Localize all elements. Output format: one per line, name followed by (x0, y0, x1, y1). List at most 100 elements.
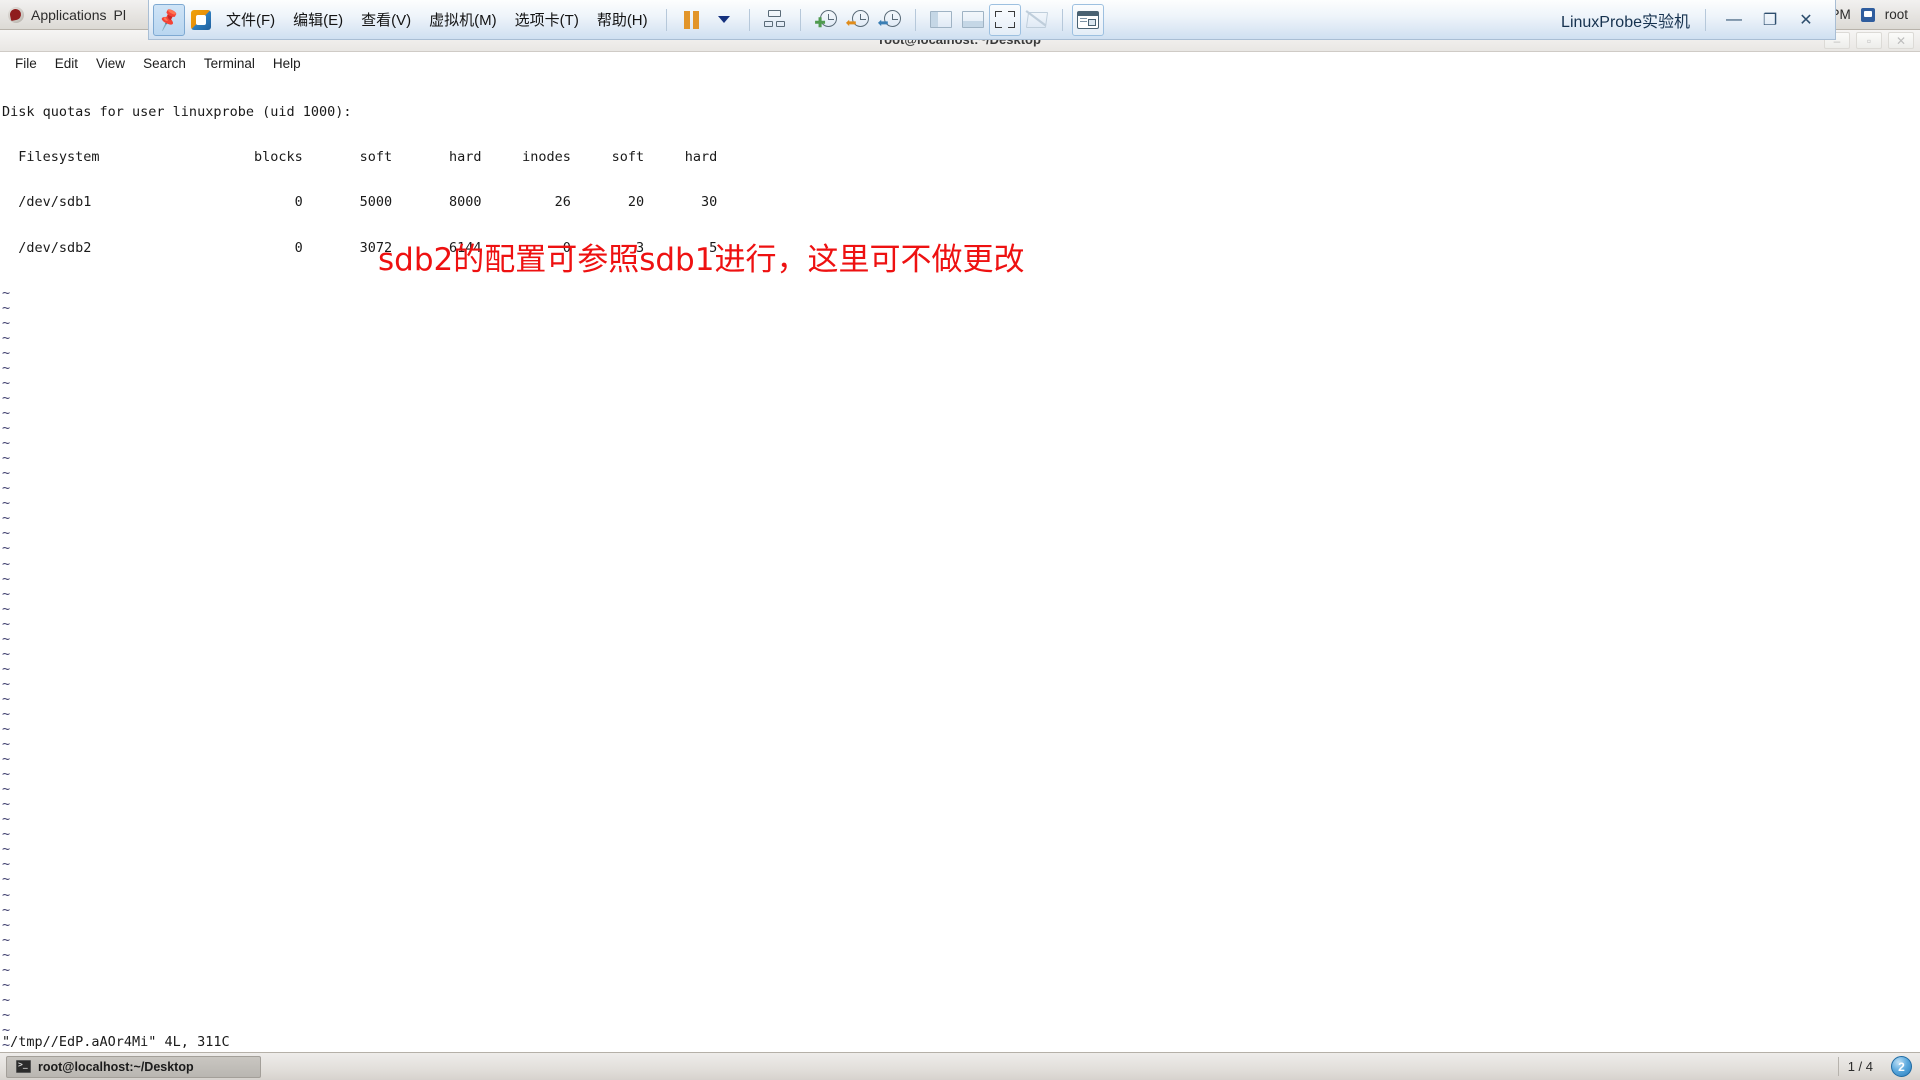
toolbar-divider (748, 8, 750, 31)
vmware-app-button[interactable] (185, 4, 217, 36)
vmware-restore-button[interactable]: ❐ (1759, 9, 1781, 31)
vmware-menu-tabs[interactable]: 选项卡(T) (506, 6, 588, 33)
vim-tilde-line: ~ (2, 976, 11, 993)
snapshot-add-icon: ✚ (815, 9, 837, 30)
vim-tilde-line: ~ (2, 886, 11, 903)
unity-mode-icon (1025, 11, 1048, 28)
terminal-menu-file[interactable]: File (6, 55, 46, 72)
terminal-menu-help[interactable]: Help (264, 55, 310, 72)
vim-tilde-line: ~ (2, 540, 11, 557)
pin-button[interactable]: 📌 (153, 3, 185, 36)
vim-tilde-line: ~ (2, 991, 11, 1008)
terminal-close-button[interactable]: ✕ (1888, 32, 1914, 49)
toolbar-divider (914, 8, 916, 31)
vmware-window: 📌 文件(F) 编辑(E) 查看(V) 虚拟机(M) 选项卡(T) 帮助(H) … (148, 0, 1836, 45)
vim-tilde-line: ~ (2, 284, 11, 301)
vim-tilde-line: ~ (2, 389, 11, 406)
terminal-maximize-button[interactable]: ▫ (1856, 32, 1882, 49)
pin-icon: 📌 (155, 6, 182, 32)
snapshot-tree-icon (763, 9, 786, 30)
vmware-menu-help[interactable]: 帮助(H) (588, 6, 657, 33)
terminal-icon (16, 1060, 31, 1073)
show-thumbnail-bar-button[interactable] (957, 4, 989, 36)
vmware-menu-view[interactable]: 查看(V) (352, 6, 420, 33)
show-library-button[interactable] (925, 4, 957, 36)
vim-tilde-line: ~ (2, 781, 11, 798)
manage-snapshots-button[interactable] (759, 4, 791, 36)
vim-tilde-line: ~ (2, 811, 11, 828)
vim-tilde-line: ~ (2, 931, 11, 948)
vim-tilde-line: ~ (2, 570, 11, 587)
fullscreen-button[interactable] (988, 3, 1021, 36)
power-dropdown-button[interactable] (708, 4, 740, 36)
toolbar-divider (1061, 8, 1063, 31)
vim-tilde-line: ~ (2, 660, 11, 677)
snapshot-manager-button[interactable]: ⬅ (874, 4, 906, 36)
snapshot-revert-icon: ⬅ (846, 9, 869, 30)
vim-tilde-line: ~ (2, 871, 11, 888)
vim-tilde-line: ~ (2, 901, 11, 918)
vmware-menu-vm[interactable]: 虚拟机(M) (420, 6, 506, 33)
vmware-logo-icon (191, 9, 211, 30)
applications-menu[interactable]: Applications (31, 7, 107, 23)
vim-tilde-line: ~ (2, 1021, 11, 1038)
vim-tilde-line: ~ (2, 314, 11, 331)
taskbar-window-button[interactable]: root@localhost:~/Desktop (6, 1055, 261, 1078)
quota-heading-line: Disk quotas for user linuxprobe (uid 100… (2, 104, 352, 121)
suspend-button[interactable] (676, 4, 708, 36)
vim-tilde-line: ~ (2, 856, 11, 873)
vmware-close-button[interactable]: ✕ (1795, 9, 1817, 31)
terminal-menubar: File Edit View Search Terminal Help (0, 52, 1920, 75)
vim-tilde-line: ~ (2, 615, 11, 632)
pause-icon (684, 10, 700, 29)
panel-user-name[interactable]: root (1885, 7, 1908, 22)
vim-tilde-line: ~ (2, 299, 11, 316)
vmware-minimize-button[interactable]: — (1723, 9, 1745, 31)
vim-tilde-line: ~ (2, 555, 11, 572)
vim-tilde-line: ~ (2, 736, 11, 753)
vim-tilde-line: ~ (2, 329, 11, 346)
places-menu[interactable]: Pl (114, 7, 126, 23)
vim-tilde-line: ~ (2, 751, 11, 768)
console-view-button[interactable] (1071, 3, 1104, 36)
terminal-menu-view[interactable]: View (87, 55, 134, 72)
workspace-indicator[interactable]: 1 / 4 (1837, 1057, 1882, 1076)
terminal-menu-terminal[interactable]: Terminal (195, 55, 264, 72)
toolbar-divider (1705, 8, 1706, 31)
vim-tilde-line: ~ (2, 585, 11, 602)
vim-empty-line-markers: ~ ~ ~ ~ ~ ~ ~ ~ ~ ~ ~ ~ ~ ~ ~ ~ ~ ~ ~ ~ ~ ~ ~ ~ ~ ~ ~ ~ ~ ~ ~ ~ ~ ~ ~ ~ ~ ~ ~ ~… (2, 284, 1920, 1052)
terminal-menu-search[interactable]: Search (134, 55, 195, 72)
vim-tilde-line: ~ (2, 946, 11, 963)
console-window-icon (1076, 10, 1099, 29)
quota-table-header: Filesystem blocks soft hard inodes soft … (2, 149, 718, 166)
workspace-badge[interactable]: 2 (1891, 1056, 1912, 1077)
vmware-vm-title: LinuxProbe实验机 (1561, 13, 1690, 31)
snapshot-manager-icon: ⬅ (878, 9, 901, 30)
fullscreen-icon (994, 11, 1015, 28)
vim-tilde-line: ~ (2, 405, 11, 422)
vim-tilde-line: ~ (2, 1006, 11, 1023)
annotation-text: sdb2的配置可参照sdb1进行，这里可不做更改 (378, 242, 1025, 278)
vim-tilde-line: ~ (2, 690, 11, 707)
unity-mode-button[interactable] (1021, 4, 1053, 36)
revert-snapshot-button[interactable]: ⬅ (842, 4, 874, 36)
vmware-menu-file[interactable]: 文件(F) (217, 6, 284, 33)
vim-tilde-line: ~ (2, 796, 11, 813)
vim-tilde-line: ~ (2, 766, 11, 783)
vim-tilde-line: ~ (2, 420, 11, 437)
sidebar-panel-icon (929, 11, 952, 28)
vim-tilde-line: ~ (2, 510, 11, 527)
vim-tilde-line: ~ (2, 630, 11, 647)
vim-tilde-line: ~ (2, 465, 11, 482)
terminal-output[interactable]: Disk quotas for user linuxprobe (uid 100… (0, 75, 1920, 1052)
vim-tilde-line: ~ (2, 435, 11, 452)
vim-tilde-line: ~ (2, 826, 11, 843)
vim-tilde-line: ~ (2, 525, 11, 542)
bottom-taskbar: root@localhost:~/Desktop 1 / 4 2 (0, 1052, 1920, 1080)
terminal-menu-edit[interactable]: Edit (46, 55, 87, 72)
toolbar-divider (799, 8, 801, 31)
take-snapshot-button[interactable]: ✚ (810, 4, 842, 36)
vim-tilde-line: ~ (2, 675, 11, 692)
vmware-menu-edit[interactable]: 编辑(E) (284, 6, 352, 33)
vim-tilde-line: ~ (2, 721, 11, 738)
